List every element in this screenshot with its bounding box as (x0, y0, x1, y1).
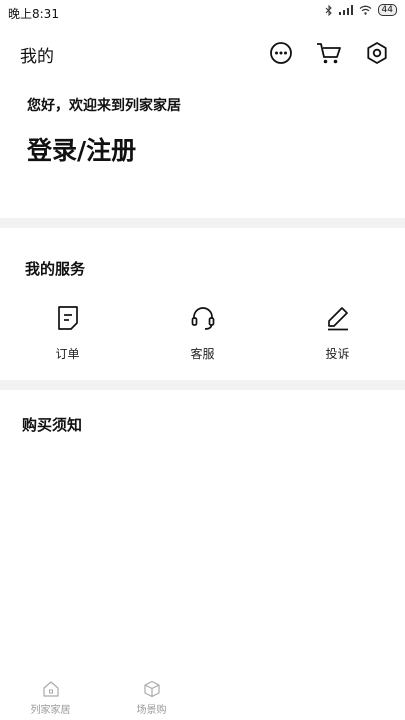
section-divider (0, 380, 405, 390)
cube-icon (143, 680, 160, 698)
pencil-icon (327, 307, 348, 331)
services-list: 订单 客服 投诉 (0, 305, 405, 362)
page-title: 我的 (20, 47, 54, 67)
services-title: 我的服务 (25, 260, 86, 278)
signal-icon (338, 5, 353, 15)
login-register-link[interactable]: 登录/注册 (27, 131, 136, 167)
status-icons: 44 (325, 4, 397, 16)
settings-button[interactable] (363, 39, 391, 67)
service-orders[interactable]: 订单 (0, 305, 135, 362)
cart-button[interactable] (315, 39, 343, 67)
greeting-text: 您好，欢迎来到列家家居 (27, 98, 181, 114)
tab-home[interactable]: 列家家居 (0, 670, 101, 720)
status-time: 晚上8:31 (8, 7, 59, 21)
cart-icon (317, 43, 341, 64)
document-icon (57, 306, 78, 330)
more-button[interactable] (267, 39, 295, 67)
bluetooth-icon (325, 4, 332, 16)
tab-scene-shopping[interactable]: 场景购 (101, 670, 202, 720)
service-complaints[interactable]: 投诉 (270, 305, 405, 362)
tab-label: 列家家居 (30, 705, 71, 716)
service-label: 客服 (190, 347, 215, 361)
status-bar: 晚上8:31 44 (0, 0, 405, 24)
purchase-notice-title[interactable]: 购买须知 (22, 414, 82, 435)
more-icon (270, 42, 292, 64)
headset-icon (191, 307, 214, 330)
section-divider (0, 218, 405, 228)
battery-indicator: 44 (377, 4, 397, 16)
wifi-icon (359, 5, 371, 15)
home-icon (42, 681, 59, 697)
tab-label: 场景购 (136, 705, 167, 716)
settings-icon (367, 42, 387, 64)
service-customer-support[interactable]: 客服 (135, 305, 270, 362)
service-label: 订单 (55, 347, 80, 361)
bottom-tab-bar: 列家家居 场景购 (0, 670, 405, 720)
service-label: 投诉 (325, 347, 350, 361)
page-header: 我的 (0, 30, 405, 74)
header-actions (267, 39, 391, 67)
